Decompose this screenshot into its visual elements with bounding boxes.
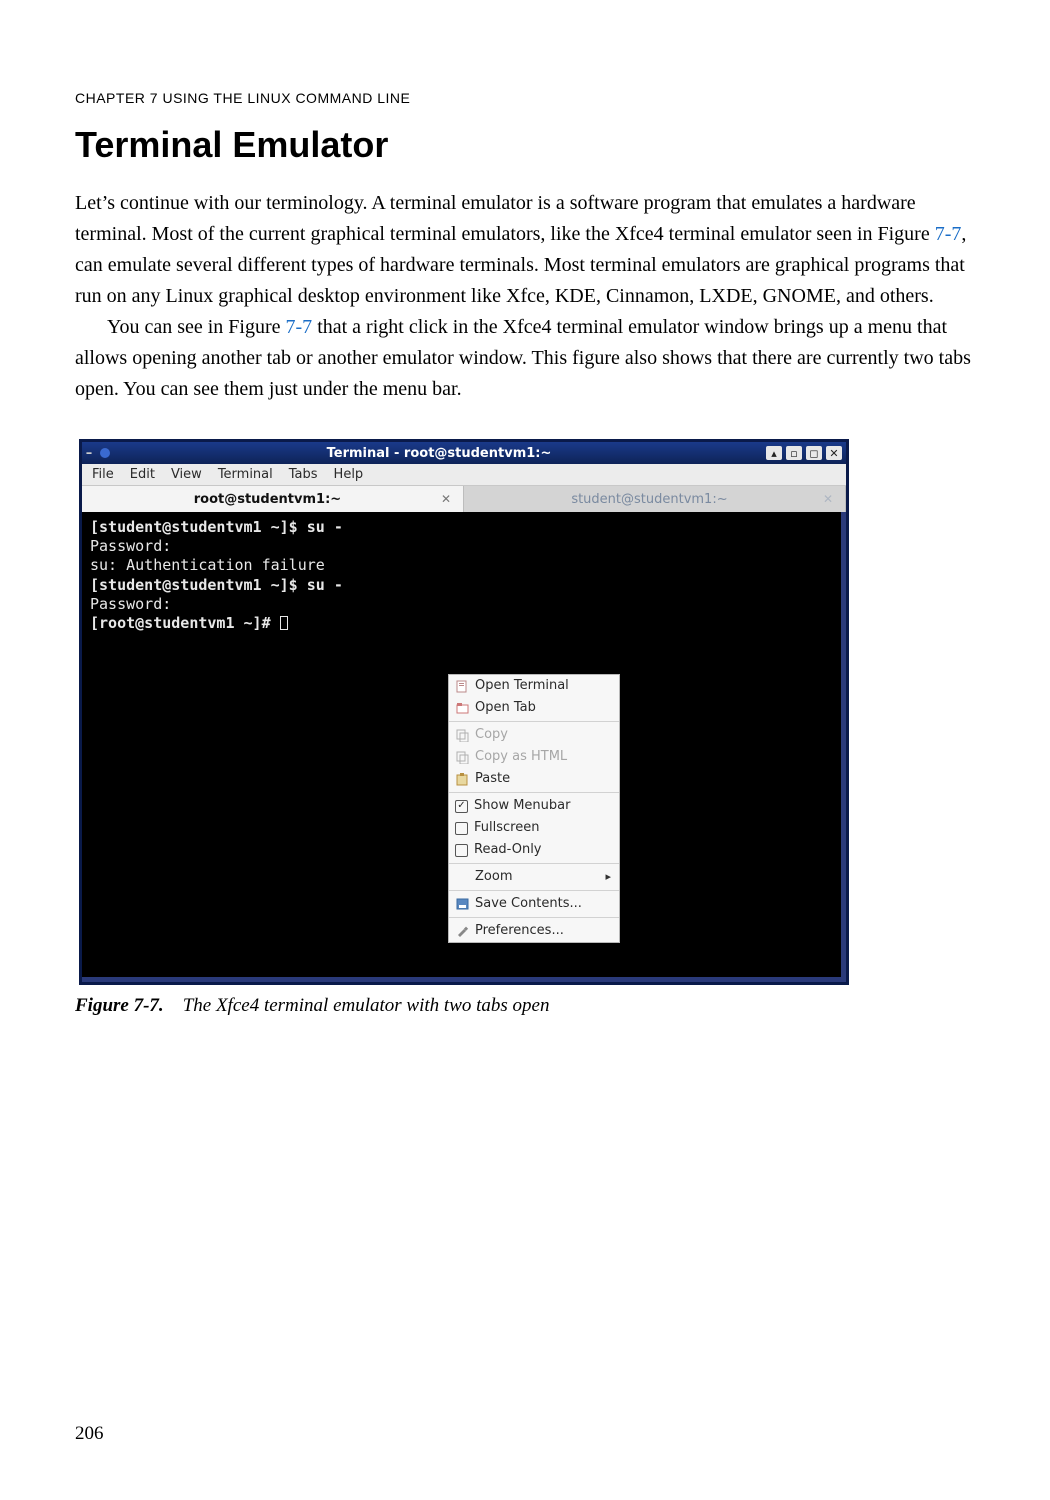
paste-icon: [455, 772, 469, 786]
terminal-line: [root@studentvm1 ~]#: [90, 614, 280, 632]
menu-separator: [449, 917, 619, 918]
terminal-line: [student@studentvm1 ~]$ su -: [90, 518, 343, 536]
tab-close-icon[interactable]: ✕: [441, 492, 451, 506]
ctx-item-copy-as-html: Copy as HTML: [449, 746, 619, 768]
ctx-item-read-only[interactable]: Read-Only: [449, 839, 619, 861]
terminal-line: [student@studentvm1 ~]$ su -: [90, 576, 343, 594]
figure-ref-link[interactable]: 7-7: [935, 223, 962, 245]
para1-text-a: Let’s continue with our terminology. A t…: [75, 192, 935, 245]
copy-icon: [455, 728, 469, 742]
close-button[interactable]: ✕: [826, 446, 842, 460]
menu-separator: [449, 721, 619, 722]
tab-label: root@studentvm1:~: [94, 492, 441, 507]
tab-student[interactable]: student@studentvm1:~ ✕: [464, 486, 846, 512]
ctx-item-save-contents-[interactable]: Save Contents...: [449, 893, 619, 915]
tab-label: student@studentvm1:~: [476, 492, 823, 507]
text-cursor: [280, 616, 288, 630]
menu-help[interactable]: Help: [334, 467, 364, 482]
body-paragraph-1: Let’s continue with our terminology. A t…: [75, 188, 975, 312]
menu-separator: [449, 792, 619, 793]
menu-separator: [449, 863, 619, 864]
submenu-arrow-icon: ▸: [605, 870, 611, 884]
checkbox-icon: [455, 800, 468, 813]
window-title: Terminal - root@studentvm1:~: [114, 446, 764, 461]
terminal-body[interactable]: [student@studentvm1 ~]$ su - Password: s…: [82, 512, 846, 982]
ctx-label: Preferences...: [475, 923, 564, 940]
tab-close-icon[interactable]: ✕: [823, 492, 833, 506]
tab-icon: [455, 701, 469, 715]
tab-root[interactable]: root@studentvm1:~ ✕: [82, 486, 464, 512]
ctx-label: Copy as HTML: [475, 749, 567, 766]
ctx-label: Fullscreen: [474, 820, 539, 837]
ctx-item-open-terminal[interactable]: Open Terminal: [449, 675, 619, 697]
menu-view[interactable]: View: [171, 467, 202, 482]
para2-text-a: You can see in Figure: [107, 316, 286, 338]
figure-label: Figure 7-7.: [75, 995, 164, 1016]
menu-edit[interactable]: Edit: [130, 467, 155, 482]
figure-caption-text: The Xfce4 terminal emulator with two tab…: [183, 995, 550, 1016]
minimize-button[interactable]: ▫: [786, 446, 802, 460]
ctx-item-paste[interactable]: Paste: [449, 768, 619, 790]
maximize-button[interactable]: ◻: [806, 446, 822, 460]
menu-tabs[interactable]: Tabs: [289, 467, 318, 482]
menu-separator: [449, 890, 619, 891]
copy-icon: [455, 750, 469, 764]
terminal-line: Password:: [90, 537, 171, 555]
save-icon: [455, 897, 469, 911]
spacer: [455, 870, 469, 884]
menubar: File Edit View Terminal Tabs Help: [82, 464, 846, 486]
figure-7-7: – Terminal - root@studentvm1:~ ▴ ▫ ◻ ✕ F…: [75, 439, 975, 1017]
ctx-label: Copy: [475, 727, 508, 744]
ctx-item-fullscreen[interactable]: Fullscreen: [449, 817, 619, 839]
terminal-line: Password:: [90, 595, 171, 613]
page-number: 206: [75, 1423, 104, 1445]
window-titlebar[interactable]: – Terminal - root@studentvm1:~ ▴ ▫ ◻ ✕: [82, 442, 846, 464]
ctx-label: Open Terminal: [475, 678, 569, 695]
ctx-label: Read-Only: [474, 842, 542, 859]
roll-up-button[interactable]: ▴: [766, 446, 782, 460]
context-menu: Open Terminal Open Tab Copy Copy as HTML Pas…: [448, 674, 620, 943]
titlebar-decoration: [100, 448, 110, 458]
checkbox-icon: [455, 844, 468, 857]
tab-bar: root@studentvm1:~ ✕ student@studentvm1:~…: [82, 486, 846, 512]
ctx-item-zoom[interactable]: Zoom ▸: [449, 866, 619, 888]
pref-icon: [455, 924, 469, 938]
ctx-item-show-menubar[interactable]: Show Menubar: [449, 795, 619, 817]
doc-icon: [455, 679, 469, 693]
ctx-item-open-tab[interactable]: Open Tab: [449, 697, 619, 719]
ctx-item-preferences-[interactable]: Preferences...: [449, 920, 619, 942]
checkbox-icon: [455, 822, 468, 835]
ctx-label: Zoom: [475, 869, 512, 886]
terminal-window: – Terminal - root@studentvm1:~ ▴ ▫ ◻ ✕ F…: [79, 439, 849, 985]
body-paragraph-2: You can see in Figure 7-7 that a right c…: [75, 312, 975, 405]
terminal-line: su: Authentication failure: [90, 556, 325, 574]
window-menu-icon[interactable]: –: [82, 446, 96, 461]
chapter-header: CHAPTER 7 USING THE LINUX COMMAND LINE: [75, 90, 975, 106]
figure-ref-link[interactable]: 7-7: [286, 316, 313, 338]
ctx-label: Open Tab: [475, 700, 536, 717]
ctx-label: Show Menubar: [474, 798, 570, 815]
ctx-label: Save Contents...: [475, 896, 582, 913]
ctx-label: Paste: [475, 771, 510, 788]
section-title: Terminal Emulator: [75, 124, 975, 166]
menu-file[interactable]: File: [92, 467, 114, 482]
ctx-item-copy: Copy: [449, 724, 619, 746]
figure-caption: Figure 7-7. The Xfce4 terminal emulator …: [75, 995, 975, 1017]
menu-terminal[interactable]: Terminal: [218, 467, 273, 482]
